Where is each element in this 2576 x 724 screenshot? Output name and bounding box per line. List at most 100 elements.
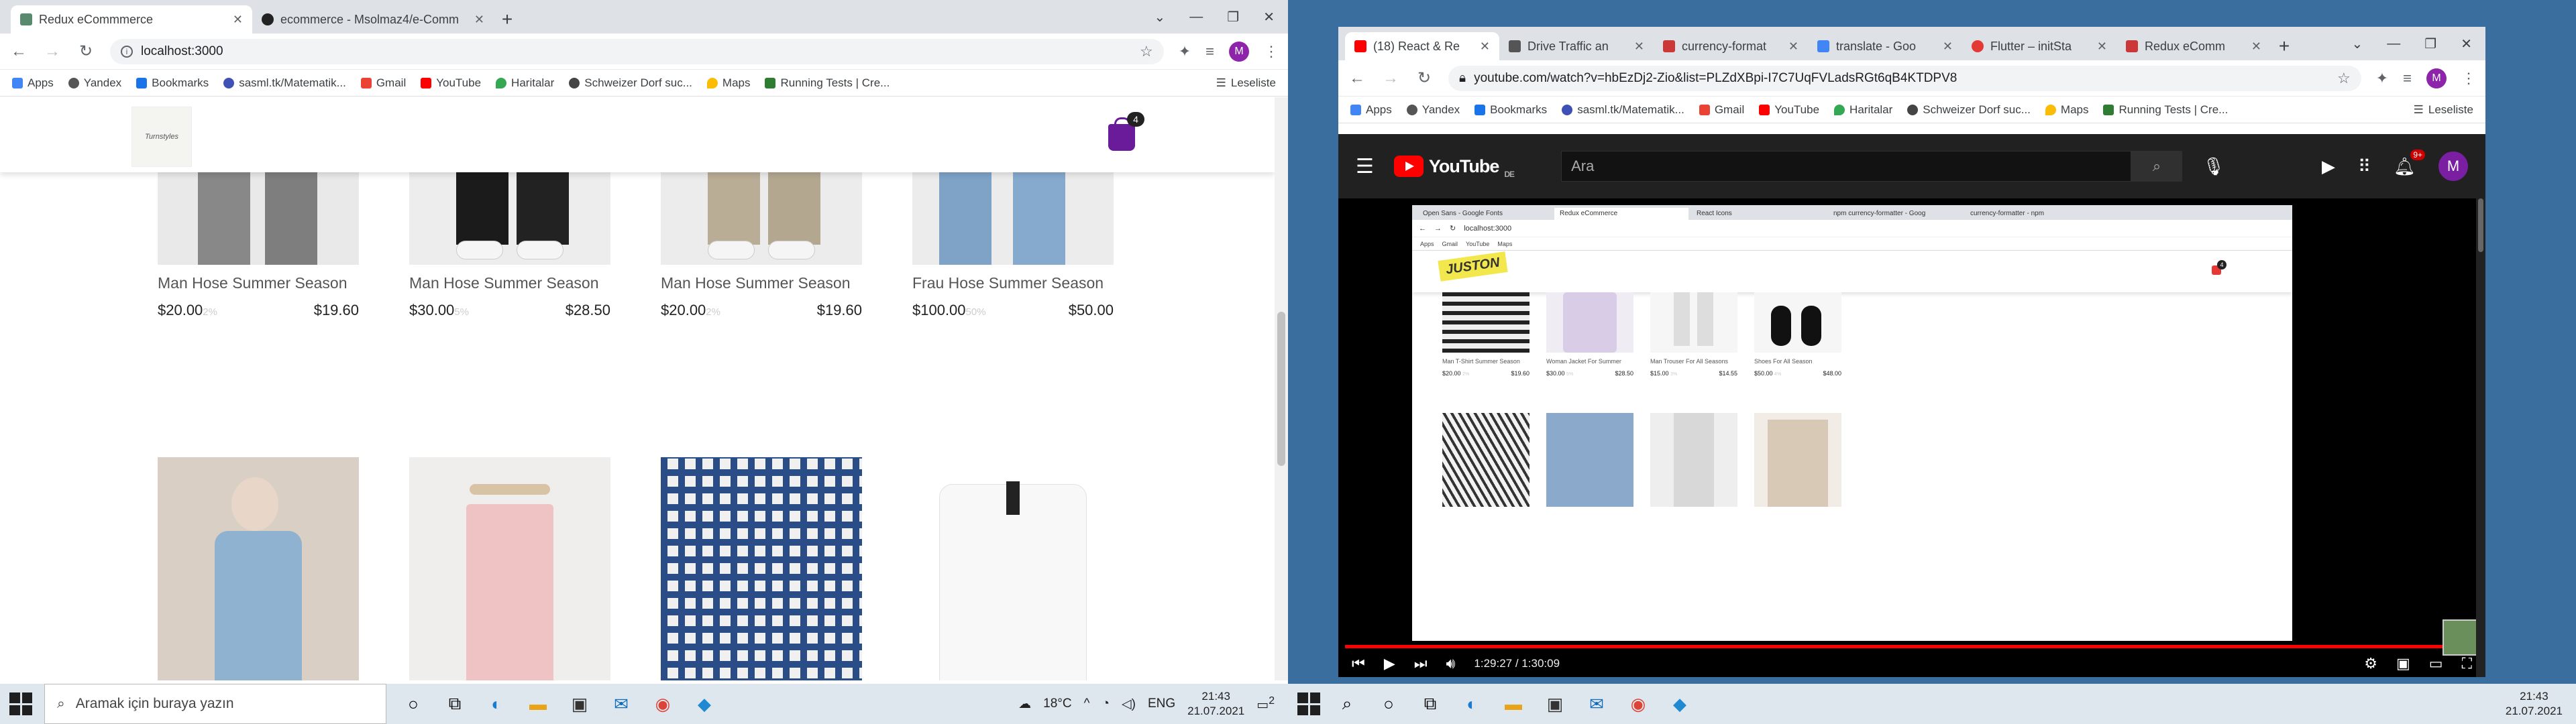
address-bar[interactable]: i localhost:3000 ☆ — [110, 38, 1164, 64]
minimize-button[interactable]: — — [1189, 9, 1203, 25]
youtube-logo[interactable]: YouTube DE — [1393, 154, 1515, 179]
bookmark-running-tests[interactable]: Running Tests | Cre... — [765, 76, 890, 90]
reading-list-icon[interactable]: ≡ — [1205, 43, 1214, 60]
bookmark-yandex[interactable]: Yandex — [68, 76, 121, 90]
notifications-bell-icon[interactable]: 🔔︎ 9+ — [2394, 149, 2425, 177]
miniplayer-icon[interactable]: ▣ — [2396, 655, 2410, 672]
bookmark-schweizer[interactable]: Schweizer Dorf suc... — [1907, 103, 2031, 117]
info-icon[interactable]: i — [121, 45, 133, 58]
chevron-up-icon[interactable]: ^ — [1084, 697, 1090, 711]
bookmark-sasml[interactable]: sasml.tk/Matematik... — [1562, 103, 1684, 117]
back-button[interactable]: ← — [1348, 69, 1366, 88]
cortana-icon[interactable]: ○ — [1374, 689, 1403, 719]
bookmark-bookmarks[interactable]: Bookmarks — [1474, 103, 1547, 117]
bookmark-sasml[interactable]: sasml.tk/Matematik... — [223, 76, 346, 90]
file-explorer-icon[interactable]: ▬ — [523, 689, 553, 719]
tab-flutter[interactable]: Flutter – initSta ✕ — [1962, 32, 2116, 60]
reading-list-icon[interactable]: ≡ — [2403, 70, 2412, 87]
notification-icon[interactable]: ▭2 — [1256, 695, 1275, 713]
network-icon[interactable]: ◔ — [1102, 697, 1110, 711]
close-icon[interactable]: ✕ — [233, 13, 243, 27]
bookmark-gmail[interactable]: Gmail — [1699, 103, 1744, 117]
tab-search-icon[interactable]: ⌄ — [1155, 9, 1166, 25]
previous-icon[interactable]: ⏮︎ — [1352, 655, 1365, 672]
youtube-avatar[interactable]: M — [2438, 152, 2468, 181]
bookmark-haritalar[interactable]: Haritalar — [496, 76, 554, 90]
restore-button[interactable]: ❐ — [2424, 36, 2436, 52]
tab-redux-ecommerce[interactable]: Redux eCommmerce ✕ — [11, 5, 252, 34]
store-icon[interactable]: ▣ — [565, 689, 594, 719]
scrollbar-thumb[interactable] — [1277, 312, 1285, 466]
bookmark-maps[interactable]: Maps — [706, 76, 750, 90]
clock[interactable]: 21:43 21.07.2021 — [2506, 689, 2563, 719]
close-icon[interactable]: ✕ — [1943, 40, 1953, 54]
youtube-search-input[interactable]: Ara — [1561, 151, 2132, 182]
store-icon[interactable]: ▣ — [1540, 689, 1570, 719]
bookmark-youtube[interactable]: YouTube — [421, 76, 481, 90]
new-tab-button[interactable]: + — [494, 5, 521, 34]
lock-icon[interactable]: 🔒︎ — [1459, 71, 1466, 86]
volume-icon[interactable]: 🔊︎ — [1446, 655, 1456, 672]
hamburger-menu-icon[interactable]: ☰ — [1356, 155, 1374, 178]
bookmark-apps[interactable]: Apps — [1350, 103, 1392, 117]
bookmark-haritalar[interactable]: Haritalar — [1834, 103, 1892, 117]
scrollbar-thumb[interactable] — [2478, 198, 2483, 252]
reading-list-button[interactable]: ☰ Leseliste — [2414, 103, 2473, 117]
tab-youtube[interactable]: (18) React & Re ✕ — [1345, 32, 1499, 60]
task-view-icon[interactable]: ⧉ — [1415, 689, 1445, 719]
theater-mode-icon[interactable]: ▭ — [2429, 655, 2443, 672]
file-explorer-icon[interactable]: ▬ — [1499, 689, 1528, 719]
tab-search-icon[interactable]: ⌄ — [2352, 36, 2363, 52]
product-card[interactable] — [912, 457, 1114, 680]
extensions-icon[interactable]: ✦ — [2376, 70, 2388, 87]
fullscreen-icon[interactable]: ⛶ — [2462, 655, 2472, 672]
next-icon[interactable]: ⏭︎ — [1414, 655, 1428, 672]
close-window-button[interactable]: ✕ — [1263, 9, 1275, 25]
video-progress-bar[interactable] — [1345, 645, 2479, 648]
cortana-icon[interactable]: ○ — [398, 689, 428, 719]
task-view-icon[interactable]: ⧉ — [440, 689, 470, 719]
bookmark-bookmarks[interactable]: Bookmarks — [136, 76, 209, 90]
extensions-icon[interactable]: ✦ — [1179, 43, 1191, 60]
tab-currency-format[interactable]: currency-format ✕ — [1654, 32, 1808, 60]
settings-icon[interactable]: ⚙ — [2364, 655, 2377, 672]
back-button[interactable]: ← — [9, 42, 28, 61]
create-video-icon[interactable]: ▶︎ — [2322, 156, 2335, 177]
bookmark-yandex[interactable]: Yandex — [1406, 103, 1460, 117]
page-scrollbar[interactable] — [1275, 97, 1288, 680]
close-window-button[interactable]: ✕ — [2461, 36, 2472, 52]
chrome-icon[interactable]: ◉ — [1623, 689, 1653, 719]
mail-icon[interactable]: ✉ — [1582, 689, 1611, 719]
tab-translate[interactable]: translate - Goo ✕ — [1808, 32, 1962, 60]
restore-button[interactable]: ❐ — [1227, 9, 1239, 25]
bookmark-maps[interactable]: Maps — [2045, 103, 2088, 117]
product-card[interactable] — [661, 457, 862, 680]
mail-icon[interactable]: ✉ — [606, 689, 636, 719]
product-card[interactable] — [158, 457, 359, 680]
bookmark-youtube[interactable]: YouTube — [1759, 103, 1819, 117]
chrome-icon[interactable]: ◉ — [648, 689, 678, 719]
bookmark-schweizer[interactable]: Schweizer Dorf suc... — [569, 76, 692, 90]
close-icon[interactable]: ✕ — [1634, 40, 1644, 54]
youtube-search-button[interactable]: ⌕ — [2131, 151, 2183, 182]
video-player[interactable]: Open Sans - Google Fonts Redux eCommerce… — [1338, 198, 2485, 677]
edge-icon[interactable]: ◐ — [1457, 689, 1487, 719]
volume-icon[interactable]: ◁) — [1122, 697, 1136, 712]
close-icon[interactable]: ✕ — [2251, 40, 2261, 54]
menu-icon[interactable]: ⋮ — [2461, 70, 2476, 87]
bookmark-apps[interactable]: Apps — [12, 76, 54, 90]
tab-drive-traffic[interactable]: Drive Traffic an ✕ — [1499, 32, 1654, 60]
bookmark-running-tests[interactable]: Running Tests | Cre... — [2103, 103, 2228, 117]
reading-list-button[interactable]: ☰ Leseliste — [1216, 76, 1276, 90]
profile-avatar[interactable]: M — [2426, 68, 2447, 88]
microphone-icon[interactable]: 🎙︎ — [2202, 156, 2224, 177]
close-icon[interactable]: ✕ — [1480, 40, 1490, 54]
reload-button[interactable]: ↻ — [76, 42, 95, 61]
windows-start-icon[interactable] — [1297, 692, 1320, 715]
bookmark-star-icon[interactable]: ☆ — [2337, 70, 2351, 87]
search-icon[interactable]: ⌕ — [1332, 689, 1362, 719]
vscode-icon[interactable]: ◆ — [690, 689, 719, 719]
bookmark-gmail[interactable]: Gmail — [360, 76, 406, 90]
minimize-button[interactable]: — — [2387, 36, 2400, 52]
language-indicator[interactable]: ENG — [1148, 697, 1175, 711]
